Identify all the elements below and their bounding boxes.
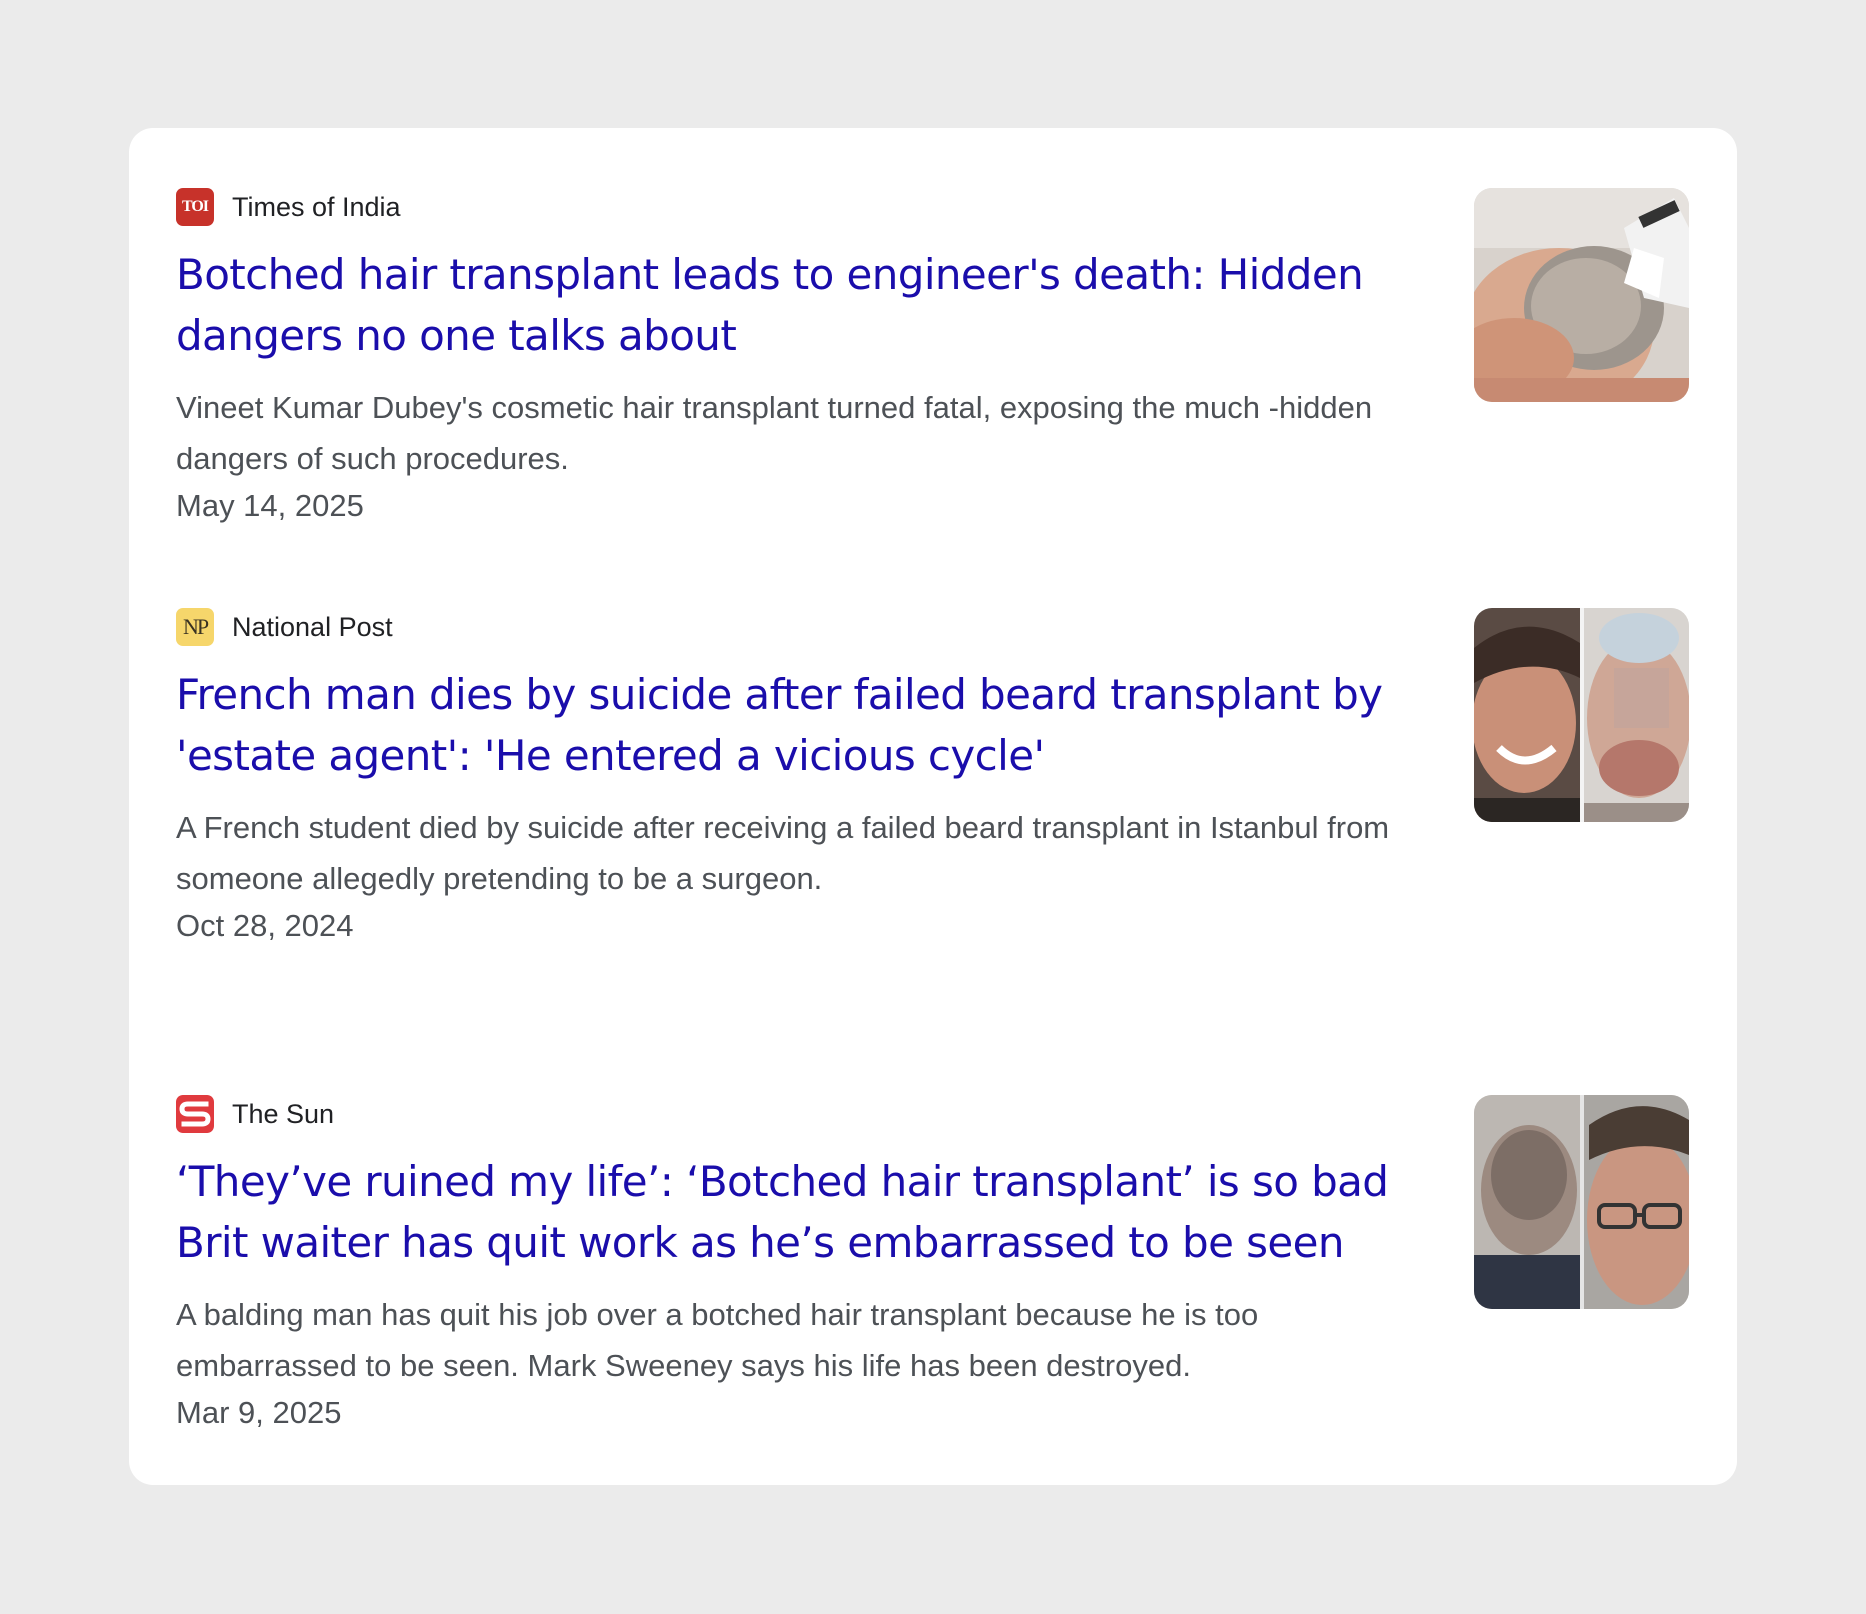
article-date: Oct 28, 2024 [176, 908, 354, 943]
source-row: TOI Times of India [176, 188, 401, 226]
article-date: May 14, 2025 [176, 488, 364, 523]
article-snippet: Vineet Kumar Dubey's cosmetic hair trans… [176, 390, 1373, 476]
article-thumbnail-beard-transplant[interactable] [1474, 608, 1689, 822]
news-results-card: TOI Times of India Botched hair transpla… [129, 128, 1737, 1485]
the-sun-logo-icon [176, 1095, 214, 1133]
source-name: National Post [232, 611, 393, 642]
article-date: Mar 9, 2025 [176, 1395, 342, 1430]
national-post-logo-icon: NP [176, 608, 214, 646]
favicon-text: NP [182, 614, 209, 639]
source-name: Times of India [232, 191, 401, 222]
article-snippet: A French student died by suicide after r… [176, 810, 1390, 896]
favicon-text: TOI [181, 198, 209, 215]
article-headline-link[interactable]: French man dies by suicide after failed … [176, 664, 1436, 786]
article-thumbnail-botched-transplant[interactable] [1474, 1095, 1689, 1309]
article-snippet: A balding man has quit his job over a bo… [176, 1297, 1259, 1383]
thumbnail-image [1474, 608, 1689, 822]
source-name: The Sun [232, 1098, 335, 1129]
thumbnail-image [1474, 1095, 1689, 1309]
article-headline-link[interactable]: ‘They’ve ruined my life’: ‘Botched hair … [176, 1151, 1436, 1273]
article-headline-link[interactable]: Botched hair transplant leads to enginee… [176, 244, 1436, 366]
times-of-india-logo-icon: TOI [176, 188, 214, 226]
thumbnail-image [1474, 188, 1689, 402]
source-row: The Sun [176, 1095, 334, 1133]
article-thumbnail-hair-transplant[interactable] [1474, 188, 1689, 402]
source-row: NP National Post [176, 608, 393, 646]
sun-logo-glyph [176, 1095, 214, 1133]
